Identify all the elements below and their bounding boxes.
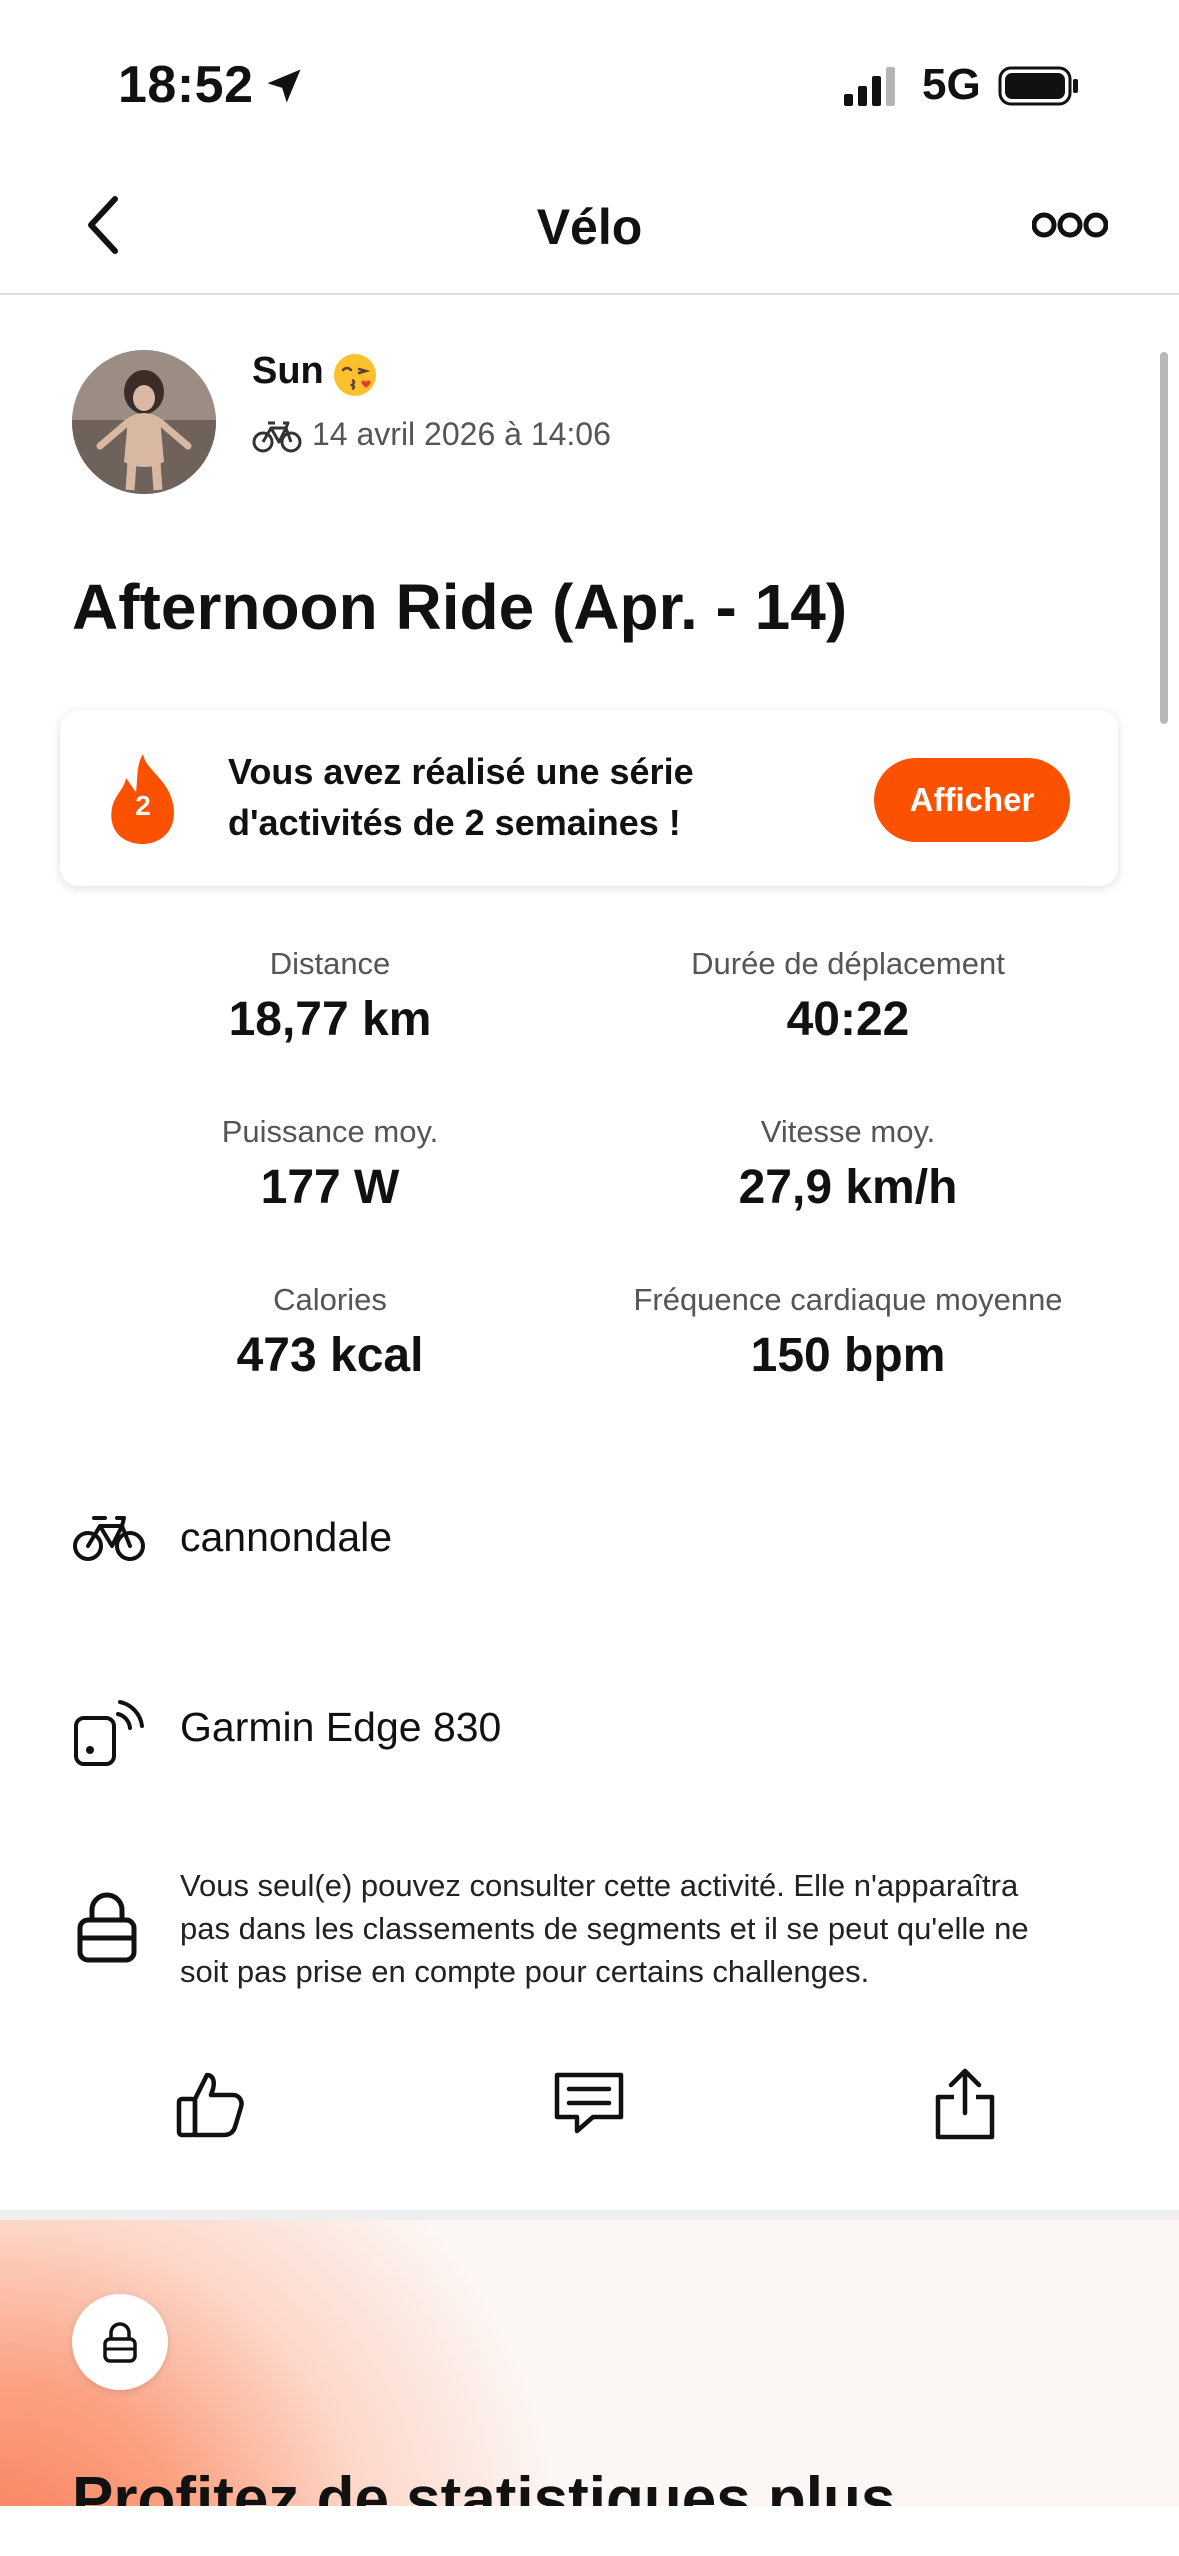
stat-avg-heart-rate: Fréquence cardiaque moyenne 150 bpm	[598, 1282, 1098, 1383]
gear-bike[interactable]: cannondale	[180, 1514, 392, 1561]
stat-distance: Distance 18,77 km	[80, 946, 580, 1047]
bike-icon	[73, 1516, 145, 1561]
stat-label: Distance	[269, 946, 391, 981]
avatar-image	[72, 350, 216, 494]
device-icon	[74, 1700, 144, 1766]
stat-label: Fréquence cardiaque moyenne	[633, 1282, 1063, 1317]
stat-value: 473 kcal	[236, 1329, 424, 1382]
avatar[interactable]	[72, 350, 216, 494]
network-type: 5G	[922, 60, 981, 109]
lock-icon	[77, 1892, 137, 1963]
nav-bar: Vélo	[0, 160, 1179, 295]
status-bar: 18:52 5G	[0, 0, 1179, 160]
privacy-line-2: pas dans les classements de segments et …	[180, 1911, 1029, 1946]
stat-avg-power: Puissance moy. 177 W	[80, 1114, 580, 1215]
share-button[interactable]	[920, 2058, 1010, 2148]
streak-card: 2 Vous avez réalisé une série d'activité…	[60, 710, 1118, 886]
stat-calories: Calories 473 kcal	[80, 1282, 580, 1383]
battery-icon	[998, 66, 1078, 106]
subscription-promo: Profitez de statistiques plus	[0, 2220, 1179, 2520]
stat-label: Vitesse moy.	[760, 1114, 936, 1149]
stat-avg-speed: Vitesse moy. 27,9 km/h	[598, 1114, 1098, 1215]
kudos-button[interactable]	[166, 2058, 256, 2148]
show-button[interactable]: Afficher	[874, 758, 1070, 842]
location-arrow-icon	[267, 69, 301, 103]
stat-value: 27,9 km/h	[738, 1161, 958, 1214]
stat-value: 177 W	[260, 1161, 400, 1214]
gear-device: Garmin Edge 830	[180, 1704, 502, 1750]
scrollbar[interactable]	[1160, 352, 1168, 724]
streak-count: 2	[135, 790, 151, 821]
stat-value: 18,77 km	[228, 993, 432, 1046]
more-button[interactable]	[1030, 200, 1110, 250]
privacy-line-3: soit pas prise en compte pour certains c…	[180, 1954, 870, 1989]
activity-title: Afternoon Ride (Apr. - 14)	[72, 571, 848, 643]
share-icon	[935, 2068, 995, 2140]
promo-lock-button[interactable]	[72, 2294, 168, 2390]
bike-icon	[252, 421, 302, 453]
thumbs-up-icon	[176, 2072, 244, 2138]
page-title: Vélo	[536, 199, 643, 255]
section-divider	[0, 2210, 1179, 2220]
privacy-line-1: Vous seul(e) pouvez consulter cette acti…	[180, 1868, 1019, 1903]
streak-line-2: d'activités de 2 semaines !	[228, 802, 681, 843]
activity-date: 14 avril 2026 à 14:06	[312, 416, 611, 452]
signal-icon	[844, 67, 895, 106]
more-icon	[1032, 212, 1108, 238]
streak-message: Vous avez réalisé une série d'activités …	[228, 746, 788, 848]
comment-button[interactable]	[544, 2058, 634, 2148]
stat-label: Calories	[273, 1282, 387, 1317]
streak-line-1: Vous avez réalisé une série	[228, 751, 694, 792]
stat-value: 40:22	[786, 993, 910, 1046]
bottom-edge	[0, 2506, 1179, 2556]
stat-value: 150 bpm	[750, 1329, 946, 1382]
stat-label: Puissance moy.	[221, 1114, 439, 1149]
stat-moving-time: Durée de déplacement 40:22	[598, 946, 1098, 1047]
athlete-name[interactable]: Sun	[252, 350, 324, 393]
status-time: 18:52	[118, 56, 254, 114]
kiss-emoji-icon	[334, 354, 376, 396]
privacy-notice: Vous seul(e) pouvez consulter cette acti…	[180, 1864, 1100, 1993]
lock-icon	[103, 2322, 137, 2363]
stat-label: Durée de déplacement	[691, 946, 1005, 981]
comment-icon	[554, 2072, 624, 2134]
